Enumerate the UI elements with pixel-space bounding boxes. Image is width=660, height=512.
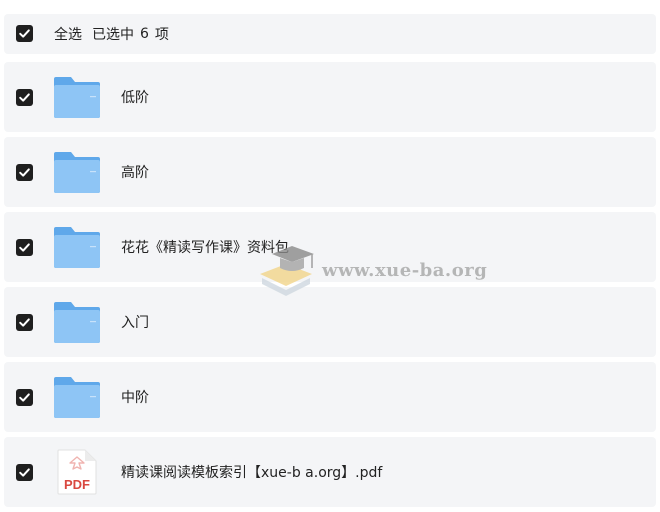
folder-icon (54, 77, 100, 118)
file-name[interactable]: 精读课阅读模板索引【xue-b a.org】.pdf (121, 437, 382, 507)
row-checkbox[interactable] (16, 464, 33, 481)
file-row[interactable]: 中阶 (4, 362, 656, 432)
selected-prefix: 已选中 (92, 27, 134, 43)
file-selection-page: 全选 已选中 6 项 低阶 高阶 花花《精读写作课》资料包 入门 中阶 PDF … (0, 0, 660, 512)
selected-count: 6 (140, 26, 149, 42)
file-row[interactable]: PDF 精读课阅读模板索引【xue-b a.org】.pdf (4, 437, 656, 507)
pdf-label: PDF (64, 477, 90, 492)
check-icon (19, 393, 30, 402)
file-row[interactable]: 高阶 (4, 137, 656, 207)
check-icon (19, 318, 30, 327)
selected-suffix: 项 (154, 27, 169, 43)
check-icon (19, 243, 30, 252)
folder-icon (54, 302, 100, 343)
folder-icon (54, 377, 100, 418)
check-icon (19, 93, 30, 102)
row-checkbox[interactable] (16, 389, 33, 406)
select-all-bar: 全选 已选中 6 项 (4, 14, 656, 54)
file-row[interactable]: 入门 (4, 287, 656, 357)
select-all-label[interactable]: 全选 (54, 24, 82, 44)
file-name[interactable]: 入门 (121, 287, 149, 357)
folder-icon (54, 227, 100, 268)
folder-icon (54, 152, 100, 193)
file-name[interactable]: 高阶 (121, 137, 149, 207)
check-icon (19, 168, 30, 177)
file-name[interactable]: 中阶 (121, 362, 149, 432)
select-all-checkbox[interactable] (16, 25, 33, 42)
file-name[interactable]: 低阶 (121, 62, 149, 132)
check-icon (19, 29, 30, 38)
pdf-file-icon: PDF (57, 449, 97, 495)
check-icon (19, 468, 30, 477)
file-name[interactable]: 花花《精读写作课》资料包 (121, 212, 289, 282)
file-row[interactable]: 花花《精读写作课》资料包 (4, 212, 656, 282)
row-checkbox[interactable] (16, 314, 33, 331)
row-checkbox[interactable] (16, 239, 33, 256)
row-checkbox[interactable] (16, 89, 33, 106)
file-row[interactable]: 低阶 (4, 62, 656, 132)
selection-summary: 全选 已选中 6 项 (54, 14, 169, 54)
row-checkbox[interactable] (16, 164, 33, 181)
